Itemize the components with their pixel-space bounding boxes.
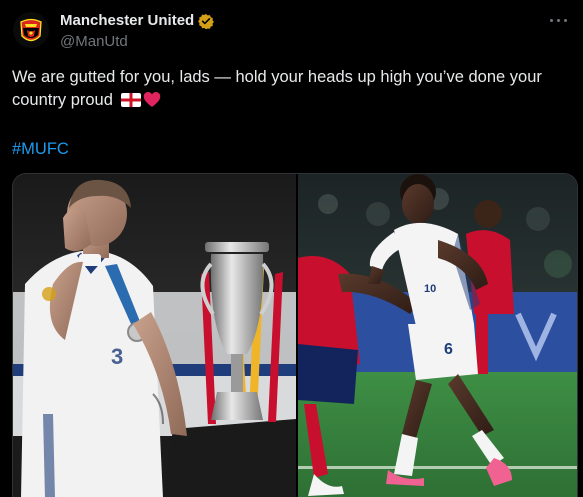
account-name[interactable]: Manchester United <box>60 11 194 31</box>
verified-badge-icon <box>198 13 215 30</box>
england-flag-icon <box>120 91 141 107</box>
tweet[interactable]: Manchester United @ManUtd We are gutted … <box>0 0 583 497</box>
svg-text:3: 3 <box>111 344 123 369</box>
tweet-text-body: We are gutted for you, lads — hold your … <box>12 68 542 109</box>
media-grid[interactable]: 3 6 10 <box>12 173 578 497</box>
svg-text:6: 6 <box>444 341 453 358</box>
svg-text:10: 10 <box>424 283 436 295</box>
account-handle[interactable]: @ManUtd <box>60 32 214 52</box>
tweet-text: We are gutted for you, lads — hold your … <box>12 66 572 112</box>
more-options-icon[interactable] <box>549 14 569 28</box>
tweet-header: Manchester United @ManUtd <box>60 11 215 52</box>
hashtag-link[interactable]: #MUFC <box>12 138 69 161</box>
england-player-with-trophy-photo[interactable]: 3 <box>13 174 296 497</box>
red-heart-icon <box>143 91 161 108</box>
manchester-united-crest-icon[interactable] <box>13 12 49 48</box>
england-vs-spain-match-photo[interactable]: 6 10 <box>298 174 577 497</box>
